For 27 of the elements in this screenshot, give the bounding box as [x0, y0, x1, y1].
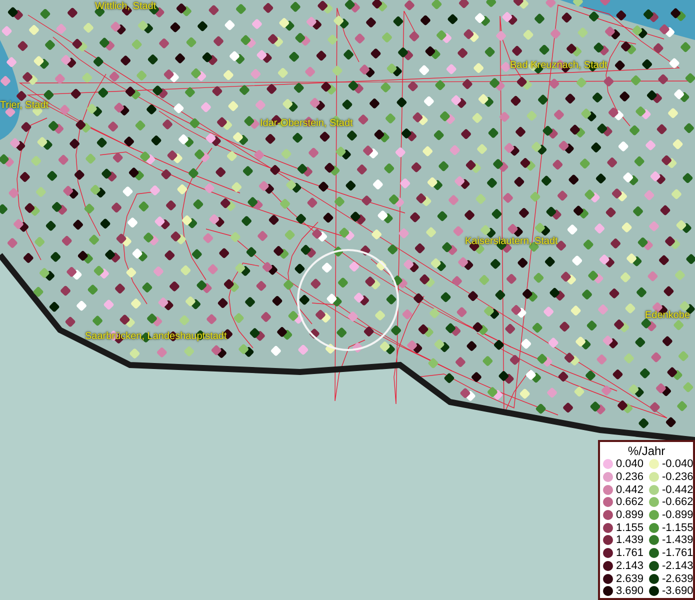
- selection-circle-icon[interactable]: [297, 249, 399, 351]
- legend-value: 1.155: [616, 522, 644, 534]
- legend-value: -1.439: [662, 534, 694, 546]
- city-label: Edenkobe: [645, 310, 690, 321]
- legend-value: 1.761: [616, 547, 644, 560]
- legend-value: -3.690: [662, 585, 694, 598]
- legend-value: -2.143: [662, 560, 694, 572]
- legend-value: -0.040: [662, 458, 694, 470]
- legend-value: 3.690: [616, 585, 644, 598]
- legend-value: 0.899: [616, 509, 644, 522]
- legend-value: -0.662: [662, 496, 694, 508]
- legend-value: 1.439: [616, 534, 644, 546]
- legend-value: 0.442: [616, 484, 644, 496]
- legend-value: -0.899: [662, 509, 694, 522]
- legend-value: -0.236: [662, 471, 694, 484]
- map-view[interactable]: [0, 0, 695, 600]
- legend-value: -1.761: [662, 547, 694, 560]
- legend-value: 0.236: [616, 471, 644, 484]
- legend-value: -1.155: [662, 522, 694, 534]
- city-label: Trier, Stadt: [0, 100, 49, 111]
- legend-value: 2.639: [616, 572, 644, 585]
- legend-value: 0.040: [616, 458, 644, 470]
- legend-value: 2.143: [616, 560, 644, 572]
- legend-value: 0.662: [616, 496, 644, 508]
- legend-value: -0.442: [662, 484, 694, 496]
- legend-title: %/Jahr: [626, 444, 666, 458]
- legend-value: -2.639: [662, 572, 694, 585]
